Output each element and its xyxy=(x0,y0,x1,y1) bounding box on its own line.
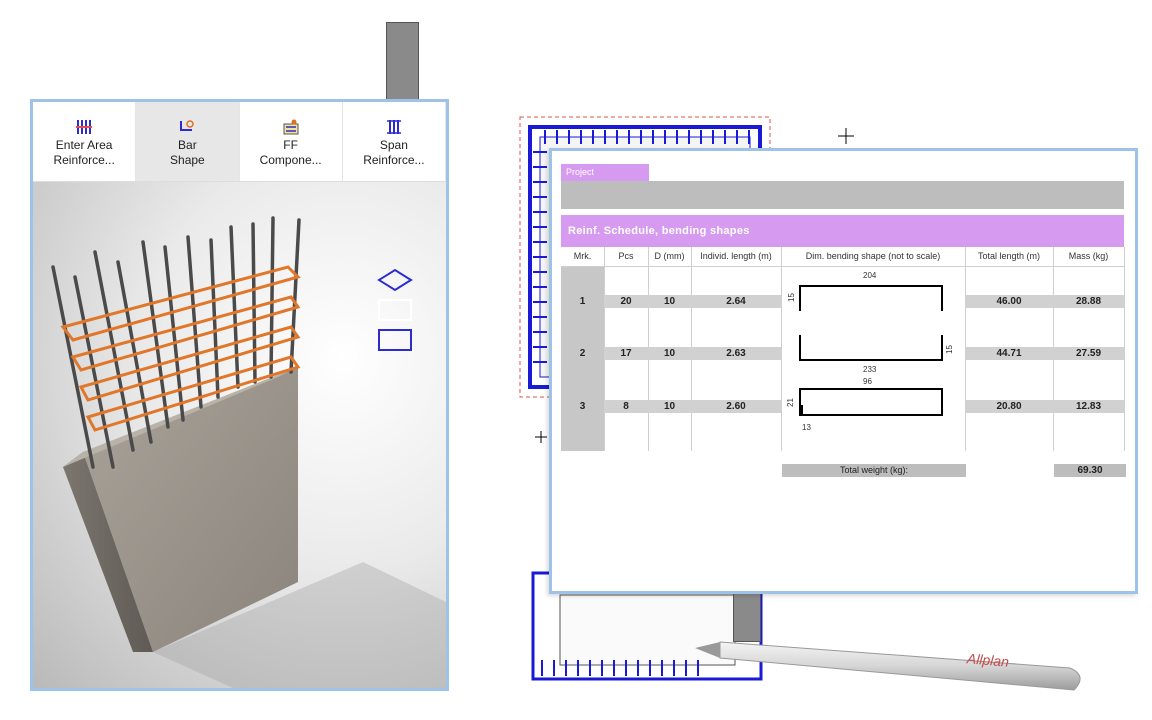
row2-mass: 27.59 xyxy=(1075,348,1102,359)
3d-viewport[interactable] xyxy=(33,182,446,688)
row3-total-length: 20.80 xyxy=(996,401,1022,412)
total-weight-label: Total weight (kg): xyxy=(782,464,966,477)
span-reinforcement-label: Span Reinforce... xyxy=(363,138,425,167)
row1-d: 10 xyxy=(663,296,676,307)
stage: Enter Area Reinforce... Bar Shape FF Com… xyxy=(0,0,1152,720)
schedule-title: Reinf. Schedule, bending shapes xyxy=(561,215,1124,247)
row1-total-length: 46.00 xyxy=(996,296,1022,307)
row3-hook xyxy=(801,405,813,416)
row2-length: 2.63 xyxy=(726,348,746,359)
span-reinforce-icon xyxy=(386,120,401,134)
header-d: D (mm) xyxy=(648,247,691,267)
project-tab: Project xyxy=(561,164,649,181)
row3-dim-top: 96 xyxy=(863,377,872,386)
crosshair-icon xyxy=(535,431,547,443)
column-divider xyxy=(781,247,782,451)
total-weight-value: 69.30 xyxy=(1054,464,1126,477)
header-pcs: Pcs xyxy=(604,247,648,267)
concrete-wall-model xyxy=(51,216,446,688)
bar-shape-button[interactable]: Bar Shape xyxy=(136,102,240,181)
row3-d: 10 xyxy=(663,401,676,412)
stylus-pen xyxy=(695,641,1081,691)
row1-bending-shape xyxy=(799,285,943,311)
row2-dim-bottom: 233 xyxy=(863,365,877,374)
row2-total-length: 44.71 xyxy=(996,348,1022,359)
row1-length: 2.64 xyxy=(726,296,746,307)
row2-pcs: 17 xyxy=(620,348,632,359)
rebar-area-icon xyxy=(76,120,93,134)
reinforcement-3d-panel: Enter Area Reinforce... Bar Shape FF Com… xyxy=(30,99,449,691)
column-section-top xyxy=(386,22,419,102)
stylus-body xyxy=(719,641,1081,691)
project-bar xyxy=(561,181,1124,209)
row3-bending-shape xyxy=(799,388,943,416)
enter-area-reinforcement-button[interactable]: Enter Area Reinforce... xyxy=(33,102,137,181)
bending-schedule-sheet: Project Reinf. Schedule, bending shapes … xyxy=(549,148,1138,594)
row2-d: 10 xyxy=(663,348,676,359)
column-divider xyxy=(1124,247,1125,451)
bar-shape-label: Bar Shape xyxy=(170,138,205,167)
stylus-tip xyxy=(695,642,720,658)
span-reinforcement-button[interactable]: Span Reinforce... xyxy=(343,102,446,181)
row3-pcs: 8 xyxy=(623,401,629,412)
row1-dim-side: 15 xyxy=(786,293,796,302)
header-mrk: Mrk. xyxy=(561,247,604,267)
crosshair-icon xyxy=(838,128,854,144)
row1-mass: 28.88 xyxy=(1075,296,1102,307)
row3-mrk: 3 xyxy=(579,401,586,412)
reinforcement-toolbar: Enter Area Reinforce... Bar Shape FF Com… xyxy=(33,102,446,182)
header-mass: Mass (kg) xyxy=(1053,247,1124,267)
row2-bending-shape xyxy=(799,335,943,361)
ff-component-label: FF Compone... xyxy=(259,138,322,167)
row3-dim-hook: 13 xyxy=(802,423,811,432)
header-length: Individ. length (m) xyxy=(691,247,781,267)
header-shape: Dim. bending shape (not to scale) xyxy=(781,247,965,267)
row3-dim-side: 21 xyxy=(785,398,795,407)
row1-mrk: 1 xyxy=(579,296,586,307)
schedule-table: Mrk. Pcs D (mm) Individ. length (m) Dim.… xyxy=(561,247,1125,452)
row1-dim-top: 204 xyxy=(863,271,877,280)
bar-shape-icon xyxy=(180,120,195,131)
row3-length: 2.60 xyxy=(726,401,746,412)
top-view-icon[interactable] xyxy=(377,268,413,292)
row2-dim-side: 15 xyxy=(944,345,954,354)
bottom-view-icon[interactable] xyxy=(378,329,412,351)
view-navigation-icons[interactable] xyxy=(377,268,413,351)
ff-component-icon xyxy=(283,119,299,135)
row1-pcs: 20 xyxy=(620,296,632,307)
row3-mass: 12.83 xyxy=(1075,401,1102,412)
front-view-icon[interactable] xyxy=(378,299,412,321)
ff-component-button[interactable]: FF Compone... xyxy=(240,102,343,181)
enter-area-reinforcement-label: Enter Area Reinforce... xyxy=(53,138,115,167)
header-total-length: Total length (m) xyxy=(965,247,1053,267)
row2-mrk: 2 xyxy=(579,348,586,359)
